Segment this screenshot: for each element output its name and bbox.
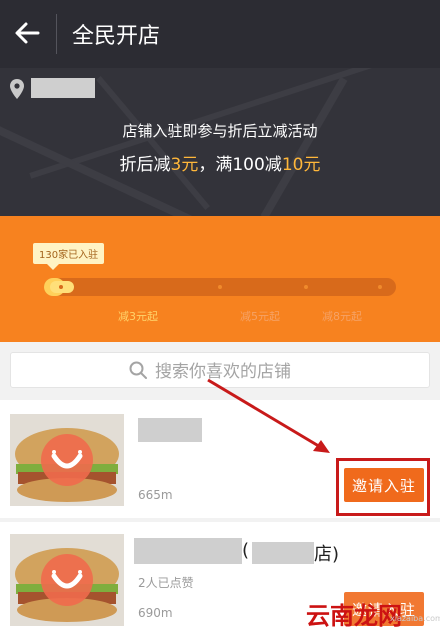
store-branch-open-paren: (: [242, 540, 250, 561]
store-distance: 665m: [138, 488, 173, 502]
store-thumbnail: [10, 414, 124, 506]
store-name-redacted: [134, 538, 242, 564]
joined-count-badge: 130家已入驻: [33, 243, 105, 270]
join-progress-panel: 130家已入驻 减3元起 减5元起 减8元起: [0, 216, 440, 342]
back-arrow-icon[interactable]: [14, 20, 40, 46]
store-branch-suffix: 店): [314, 544, 340, 565]
store-likes: 2人已点赞: [138, 576, 194, 590]
annotation-highlight-box: [336, 458, 430, 516]
store-name-redacted: [138, 418, 202, 442]
progress-milestone: [304, 285, 308, 289]
store-search-bar[interactable]: [10, 352, 430, 388]
discount-amount-2: 10元: [281, 155, 321, 175]
progress-knob: [50, 281, 74, 293]
app-header: 全民开店: [0, 0, 440, 68]
discount-amount-1: 3元: [170, 155, 199, 175]
progress-milestone: [218, 285, 222, 289]
page-title: 全民开店: [72, 24, 161, 49]
promo-line-2: 折后减3元，满100减10元: [119, 155, 321, 175]
header-divider: [56, 14, 57, 54]
store-thumbnail: [10, 534, 124, 626]
search-icon: [129, 361, 147, 379]
watermark-logo: 云南龙网: [306, 602, 402, 630]
promo-line-1: 店铺入驻即参与折后立减活动: [122, 122, 318, 140]
milestone-label-3: 减8元起: [322, 310, 362, 323]
store-distance: 690m: [138, 606, 173, 620]
milestone-label-1: 减3元起: [118, 310, 158, 323]
promo-banner: 店铺入驻即参与折后立减活动 折后减3元，满100减10元: [0, 68, 440, 216]
location-redacted[interactable]: [31, 78, 95, 98]
search-input[interactable]: [153, 359, 417, 385]
watermark-url: xiazaiba.com: [390, 614, 440, 623]
location-pin-icon: [10, 79, 24, 99]
milestone-label-2: 减5元起: [240, 310, 280, 323]
progress-milestone: [378, 285, 382, 289]
progress-track: [44, 278, 396, 296]
store-branch-redacted: [252, 542, 314, 564]
